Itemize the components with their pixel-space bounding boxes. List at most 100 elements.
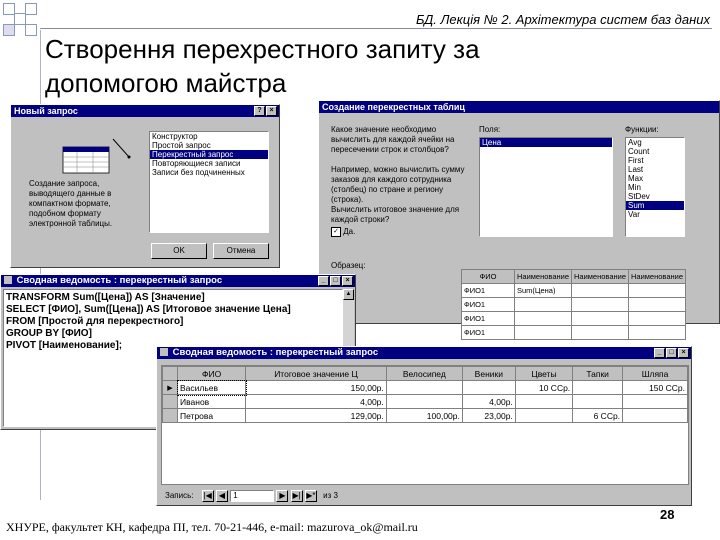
first-record-icon[interactable]: |◀ — [201, 490, 214, 502]
column-header[interactable]: Шляпа — [622, 366, 688, 381]
record-navigator: Запись: |◀ ◀ 1 ▶ ▶| ▶* из 3 — [165, 489, 338, 503]
list-item[interactable]: Last — [626, 165, 684, 174]
wizard-titlebar: Создание перекрестных таблиц — [319, 101, 719, 113]
header-rule — [40, 28, 712, 29]
sample-col: Наименование — [628, 269, 686, 284]
sample-row: ФИО1 — [461, 297, 515, 312]
sql-line: SELECT [ФИО], Sum([Цена]) AS [Итоговое з… — [6, 304, 291, 315]
close-button[interactable]: × — [678, 348, 689, 358]
table-cell[interactable] — [514, 394, 574, 409]
record-count: из 3 — [323, 491, 338, 500]
maximize-button[interactable]: □ — [330, 276, 341, 286]
table-cell[interactable]: 4,00р. — [461, 394, 516, 409]
sample-row: ФИО1 — [461, 311, 515, 326]
list-item[interactable]: Записи без подчиненных — [150, 168, 268, 177]
table-cell[interactable] — [461, 380, 516, 395]
table-cell[interactable] — [622, 408, 688, 423]
column-header[interactable]: Велосипед — [385, 366, 463, 381]
fields-list[interactable]: Цена — [479, 137, 613, 237]
result-window-title: Сводная ведомость : перекрестный запрос — [172, 347, 379, 358]
list-item[interactable]: Повторяющиеся записи — [150, 159, 268, 168]
table-cell[interactable]: 23,00р. — [461, 408, 516, 423]
column-header[interactable]: Тапки — [572, 366, 624, 381]
functions-list[interactable]: Avg Count First Last Max Min StDev Sum V… — [625, 137, 685, 237]
close-button[interactable]: × — [342, 276, 353, 286]
list-item[interactable]: StDev — [626, 192, 684, 201]
totals-checkbox[interactable]: ✓ Да. — [331, 227, 355, 237]
table-cell[interactable]: 150,00р. — [245, 380, 387, 395]
table-cell[interactable] — [572, 380, 624, 395]
list-item-selected[interactable]: Цена — [480, 138, 612, 147]
table-cell[interactable] — [514, 408, 574, 423]
result-window-icon — [160, 348, 168, 357]
column-header[interactable]: Итоговое значение Ц — [245, 366, 387, 381]
sample-label: Образец: — [331, 261, 366, 270]
list-item[interactable]: Min — [626, 183, 684, 192]
record-number-input[interactable]: 1 — [230, 490, 275, 502]
decor-square — [25, 24, 37, 36]
table-cell[interactable]: 4,00р. — [245, 394, 387, 409]
scroll-up-icon[interactable]: ▲ — [343, 289, 354, 300]
table-row[interactable]: Петрова 129,00р. 100,00р. 23,00р. 6 ССр. — [162, 408, 688, 423]
sample-col: Наименование — [571, 269, 629, 284]
table-cell[interactable]: 10 ССр. — [514, 380, 574, 395]
record-label: Запись: — [165, 491, 194, 500]
table-cell[interactable] — [572, 394, 624, 409]
table-header-row: ФИО Итоговое значение Ц Велосипед Веники… — [162, 366, 688, 381]
sql-line: GROUP BY [ФИО] — [6, 328, 92, 339]
table-row[interactable]: ▶ Васильев 150,00р. 10 ССр. 150 ССр. — [162, 379, 688, 396]
prev-record-icon[interactable]: ◀ — [215, 490, 228, 502]
sample-header: ФИО — [461, 269, 515, 284]
sample-cell: Sum(Цена) — [514, 283, 572, 298]
table-cell[interactable]: 100,00р. — [385, 408, 463, 423]
table-cell[interactable] — [385, 380, 463, 395]
table-cell[interactable]: Иванов — [176, 394, 247, 409]
table-cell[interactable] — [385, 394, 463, 409]
query-illustration — [51, 133, 141, 179]
column-header[interactable]: Цветы — [514, 366, 574, 381]
last-record-icon[interactable]: ▶| — [290, 490, 303, 502]
list-item[interactable]: First — [626, 156, 684, 165]
wizard-question: Какое значение необходимо вычислить для … — [331, 125, 455, 154]
list-item[interactable]: Max — [626, 174, 684, 183]
decor-square — [3, 24, 15, 36]
table-cell[interactable]: 6 ССр. — [572, 408, 624, 423]
checkbox-check-icon[interactable]: ✓ — [331, 227, 341, 237]
table-row[interactable]: Иванов 4,00р. 4,00р. — [162, 394, 688, 409]
sql-line: FROM [Простой для перекрестного] — [6, 316, 184, 327]
table-cell[interactable] — [622, 394, 688, 409]
cancel-button[interactable]: Отмена — [213, 243, 269, 259]
list-item[interactable]: Конструктор — [150, 132, 268, 141]
list-item-selected[interactable]: Sum — [626, 201, 684, 210]
new-record-icon[interactable]: ▶* — [304, 490, 317, 502]
list-item[interactable]: Avg — [626, 138, 684, 147]
new-query-dialog: Новый запрос ? × Создание запроса, вывод… — [10, 104, 280, 268]
table-cell[interactable]: Петрова — [176, 408, 247, 423]
sample-grid: ФИО Наименование Наименование Наименован… — [461, 269, 686, 340]
list-item[interactable]: Простой запрос — [150, 141, 268, 150]
row-selector-header — [162, 366, 178, 381]
ok-button[interactable]: OK — [151, 243, 207, 259]
column-header[interactable]: Веники — [461, 366, 516, 381]
sql-window-title: Сводная ведомость : перекрестный запрос — [16, 275, 223, 286]
list-item-selected[interactable]: Перекрестный запрос — [150, 150, 268, 159]
row-selector[interactable] — [162, 394, 178, 409]
column-header[interactable]: ФИО — [176, 366, 247, 381]
table-cell[interactable]: 129,00р. — [245, 408, 387, 423]
help-button[interactable]: ? — [254, 106, 265, 116]
table-cell[interactable]: 150 ССр. — [622, 380, 688, 395]
page-number: 28 — [660, 507, 675, 522]
list-item[interactable]: Var — [626, 210, 684, 219]
table-cell[interactable]: Васильев — [176, 379, 247, 396]
sql-line: TRANSFORM Sum([Цена]) AS [Значение] — [6, 292, 205, 303]
row-selector[interactable] — [162, 408, 178, 423]
minimize-button[interactable]: _ — [654, 348, 665, 358]
minimize-button[interactable]: _ — [318, 276, 329, 286]
next-record-icon[interactable]: ▶ — [276, 490, 289, 502]
crosstab-wizard: Создание перекрестных таблиц Какое значе… — [318, 100, 720, 340]
wizard-totals-question: Вычислить итоговое значение для каждой с… — [331, 205, 460, 224]
close-button[interactable]: × — [266, 106, 277, 116]
maximize-button[interactable]: □ — [666, 348, 677, 358]
list-item[interactable]: Count — [626, 147, 684, 156]
query-type-list[interactable]: Конструктор Простой запрос Перекрестный … — [149, 131, 269, 233]
